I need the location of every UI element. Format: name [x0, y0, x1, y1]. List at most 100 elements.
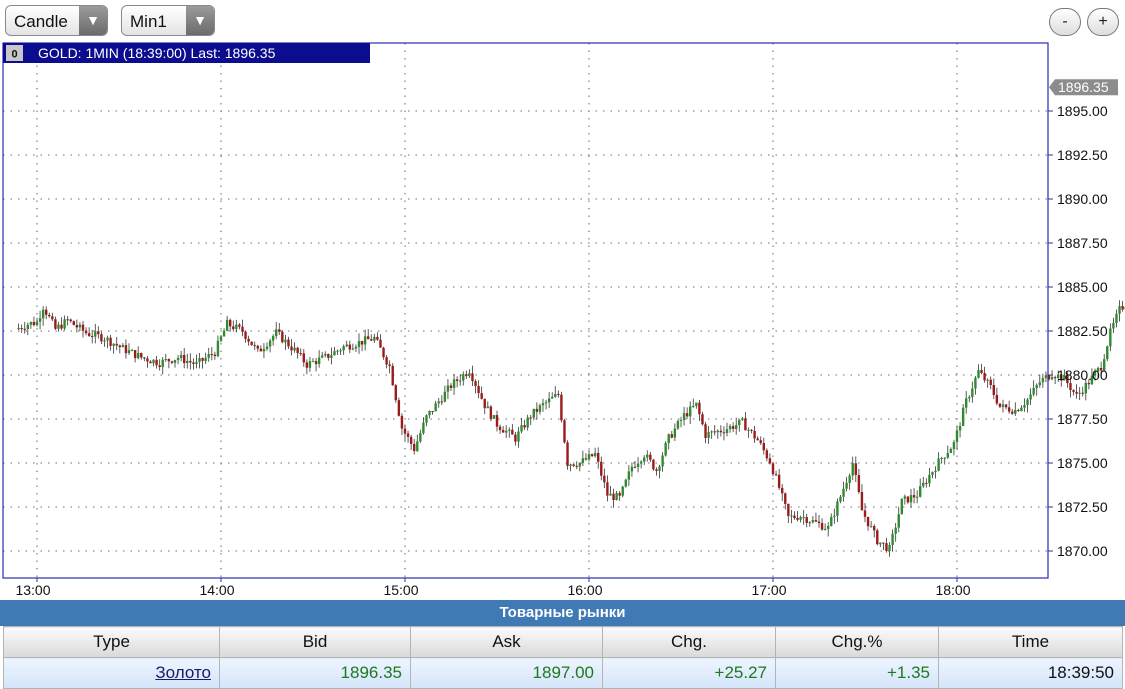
candle-down [787, 503, 790, 517]
column-header-type[interactable]: Type [3, 626, 220, 658]
quotes-table: Type Bid Ask Chg. Chg.% Time Золото 1896… [3, 626, 1123, 689]
candle-up [152, 359, 155, 364]
candle-up [946, 452, 949, 458]
candle-up [695, 402, 698, 407]
candle-up [833, 515, 836, 517]
candle-up [811, 520, 815, 523]
candle-up [179, 354, 183, 358]
candle-up [373, 336, 376, 341]
candle-up [682, 413, 686, 420]
candle-up [317, 357, 321, 365]
candle-up [1084, 382, 1087, 394]
candle-down [989, 379, 992, 386]
candle-down [259, 348, 263, 352]
candle-down [471, 373, 474, 382]
candle-up [848, 475, 851, 483]
column-header-chg[interactable]: Chg. [602, 626, 776, 658]
candle-down [81, 324, 85, 331]
candle-up [103, 340, 106, 342]
candle-up [363, 336, 367, 345]
candle-down [1053, 377, 1057, 379]
candle-up [891, 533, 894, 546]
y-tick-label: 1885.00 [1057, 279, 1108, 295]
candle-up [538, 405, 542, 412]
candlestick-chart[interactable]: 1870.00 1872.50 1875.00 1877.50 1880.00 1882.… [0, 41, 1125, 600]
candle-down [713, 431, 716, 433]
candle-up [673, 428, 677, 438]
candle-down [652, 459, 655, 470]
candle-up [915, 496, 919, 498]
candle-down [238, 324, 241, 327]
candle-down [213, 354, 217, 357]
market-section-title: Товарные рынки [0, 600, 1125, 626]
candle-up [446, 385, 450, 392]
last-price-marker: 1896.35 [1049, 79, 1118, 96]
candle-up [38, 318, 42, 322]
candle-down [857, 475, 861, 492]
candle-down [1121, 306, 1124, 310]
y-tick-label: 1870.00 [1057, 543, 1108, 559]
candle-down [278, 329, 281, 332]
column-header-chg-pct[interactable]: Chg.% [775, 626, 939, 658]
candle-up [955, 430, 959, 443]
chart-type-dropdown[interactable]: Candle ▼ [5, 5, 108, 36]
column-header-bid[interactable]: Bid [219, 626, 411, 658]
candle-up [658, 466, 661, 471]
candle-down [796, 518, 799, 520]
candle-down [765, 450, 769, 459]
candle-down [771, 463, 775, 475]
candle-down [514, 434, 517, 442]
candle-up [943, 457, 946, 459]
column-header-time[interactable]: Time [938, 626, 1123, 658]
candle-up [728, 426, 732, 430]
candle-up [547, 398, 551, 403]
candle-up [1050, 377, 1054, 380]
candle-up [643, 457, 646, 462]
candle-up [1032, 387, 1035, 395]
candle-down [296, 347, 299, 354]
candle-up [416, 441, 419, 452]
candle-up [928, 474, 931, 484]
candle-down [756, 438, 759, 441]
x-tick-label: 13:00 [15, 582, 50, 598]
zoom-in-button[interactable]: + [1087, 8, 1119, 36]
table-row[interactable]: Золото 1896.35 1897.00 +25.27 +1.35 18:3… [3, 657, 1123, 689]
candle-down [287, 339, 290, 347]
candle-down [465, 374, 468, 376]
candle-down [983, 373, 986, 381]
candle-up [931, 472, 934, 475]
zoom-out-button[interactable]: - [1049, 8, 1081, 36]
candle-down [170, 361, 174, 363]
candle-up [676, 420, 680, 429]
candle-down [873, 526, 876, 531]
candle-down [1007, 407, 1011, 412]
candle-down [290, 346, 293, 351]
column-header-ask[interactable]: Ask [410, 626, 603, 658]
candle-down [32, 321, 36, 326]
candle-down [348, 344, 351, 350]
candle-up [207, 354, 210, 358]
candle-down [189, 360, 192, 363]
candle-down [84, 330, 88, 334]
candle-up [741, 418, 744, 420]
candle-up [692, 406, 695, 408]
candle-down [998, 403, 1002, 407]
candle-up [869, 526, 873, 528]
candle-up [78, 324, 82, 328]
candle-down [597, 452, 600, 462]
candle-up [974, 377, 977, 389]
candle-up [492, 415, 496, 419]
candle-down [256, 345, 259, 349]
candle-down [413, 443, 416, 452]
candle-up [225, 319, 229, 331]
candle-down [606, 482, 609, 496]
instrument-link[interactable]: Золото [3, 657, 220, 689]
candle-down [753, 430, 756, 439]
timeframe-dropdown[interactable]: Min1 ▼ [121, 5, 215, 36]
candle-down [483, 398, 486, 409]
candle-down [633, 466, 637, 468]
candle-down [133, 350, 137, 359]
candle-down [600, 461, 603, 476]
y-tick-label: 1882.50 [1057, 323, 1108, 339]
candle-up [520, 425, 523, 432]
